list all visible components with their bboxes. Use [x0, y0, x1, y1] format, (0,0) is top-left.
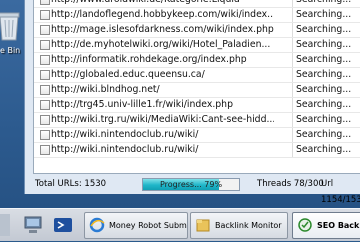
- recycle-bin-icon: [0, 12, 20, 41]
- column-divider: [292, 143, 293, 157]
- row-checkbox[interactable]: [40, 40, 50, 50]
- taskbar-item-label: SEO Backli...: [317, 221, 360, 230]
- folder-icon: [196, 219, 210, 232]
- row-url: http://mage.islesofdarkness.com/wiki/ind…: [51, 24, 274, 35]
- row-checkbox[interactable]: [40, 85, 50, 95]
- column-divider: [292, 98, 293, 112]
- row-status: Searching...: [296, 99, 352, 110]
- computer-icon: [24, 216, 42, 233]
- internet-explorer-icon: [89, 217, 105, 233]
- column-divider: [292, 8, 293, 22]
- taskbar: Money Robot Submitt... Backlink Monitor …: [0, 208, 360, 241]
- start-orb-icon: [0, 214, 10, 236]
- row-url: http://wiki.trg.ru/wiki/MediaWiki:Cant-s…: [51, 114, 274, 125]
- row-status: Searching...: [296, 39, 352, 50]
- column-divider: [292, 68, 293, 82]
- row-checkbox[interactable]: [40, 10, 50, 20]
- row-url: http://wiki.nintendoclub.ru/wiki/: [51, 144, 199, 155]
- progress-bar: Progress... 79%: [142, 178, 240, 191]
- url-row[interactable]: http://wiki.blndhog.net/Searching...: [34, 83, 360, 98]
- recycle-bin-shortcut[interactable]: e Bin: [0, 10, 24, 60]
- row-url: http://wiki.nintendoclub.ru/wiki/: [51, 129, 199, 140]
- row-checkbox[interactable]: [40, 55, 50, 65]
- row-checkbox[interactable]: [40, 145, 50, 155]
- column-divider: [292, 53, 293, 67]
- taskbar-item-money-robot[interactable]: Money Robot Submitt...: [84, 212, 188, 239]
- quicklaunch-computer[interactable]: [22, 212, 44, 238]
- url-row[interactable]: http://globaled.educ.queensu.ca/Searchin…: [34, 68, 360, 83]
- row-url: http://wiki.blndhog.net/: [51, 84, 160, 95]
- row-status: Searching...: [296, 84, 352, 95]
- row-url: http://informatik.rohdekage.org/index.ph…: [51, 54, 247, 65]
- column-divider: [292, 38, 293, 52]
- url-row[interactable]: http://wiki.trg.ru/wiki/MediaWiki:Cant-s…: [34, 113, 360, 128]
- column-divider: [292, 83, 293, 97]
- row-checkbox[interactable]: [40, 0, 50, 5]
- url-row[interactable]: http://wiki.nintendoclub.ru/wiki/Searchi…: [34, 128, 360, 143]
- total-urls-label: Total URLs: 1530: [35, 179, 107, 189]
- powershell-icon: [54, 218, 72, 232]
- row-checkbox[interactable]: [40, 70, 50, 80]
- url-row[interactable]: http://mage.islesofdarkness.com/wiki/ind…: [34, 23, 360, 38]
- seo-app-icon: [298, 218, 312, 232]
- row-status: Searching...: [296, 54, 352, 65]
- row-status: Searching...: [296, 69, 352, 80]
- url-row[interactable]: http://www.droidwiki.de/Kategorie:Liquid…: [34, 0, 360, 8]
- row-url: http://landoflegend.hobbykeep.com/wiki/i…: [51, 9, 274, 20]
- row-checkbox[interactable]: [40, 25, 50, 35]
- recycle-bin-label: e Bin: [0, 46, 21, 55]
- row-url: http://globaled.educ.queensu.ca/: [51, 69, 205, 80]
- column-divider: [292, 23, 293, 37]
- row-url: http://www.droidwiki.de/Kategorie:Liquid: [51, 0, 274, 7]
- url-row[interactable]: http://informatik.rohdekage.org/index.ph…: [34, 53, 360, 68]
- row-status: Searching...: [296, 144, 352, 155]
- row-status: Searching...: [296, 114, 352, 125]
- url-list[interactable]: http://www.droidwiki.de/Kategorie:Liquid…: [33, 0, 360, 174]
- row-status: Searching...: [296, 9, 352, 20]
- row-status: Searching...: [296, 0, 360, 7]
- row-status: Searching...: [296, 129, 352, 140]
- threads-label: Threads 78/300: [257, 179, 324, 189]
- taskbar-item-backlink-monitor[interactable]: Backlink Monitor: [190, 212, 288, 239]
- seo-backlink-window: http://www.droidwiki.de/Kategorie:Liquid…: [24, 0, 360, 205]
- row-checkbox[interactable]: [40, 115, 50, 125]
- row-checkbox[interactable]: [40, 100, 50, 110]
- url-row[interactable]: http://de.myhotelwiki.org/wiki/Hotel_Pal…: [34, 38, 360, 53]
- row-url: http://de.myhotelwiki.org/wiki/Hotel_Pal…: [51, 39, 271, 50]
- column-divider: [292, 128, 293, 142]
- row-checkbox[interactable]: [40, 130, 50, 140]
- taskbar-item-label: Money Robot Submitt...: [109, 221, 188, 230]
- row-status: Searching...: [296, 24, 352, 35]
- url-row[interactable]: http://landoflegend.hobbykeep.com/wiki/i…: [34, 8, 360, 23]
- quicklaunch-powershell[interactable]: [52, 212, 74, 238]
- column-divider: [292, 0, 293, 7]
- url-row[interactable]: http://trg45.univ-lille1.fr/wiki/index.p…: [34, 98, 360, 113]
- row-url: http://trg45.univ-lille1.fr/wiki/index.p…: [51, 99, 233, 110]
- progress-text: Progress... 79%: [159, 180, 223, 189]
- taskbar-item-seo-backlink[interactable]: SEO Backli...: [292, 212, 360, 239]
- status-bar: Total URLs: 1530 Progress... 79% Threads…: [33, 176, 360, 205]
- start-button[interactable]: [0, 212, 14, 238]
- taskbar-item-label: Backlink Monitor: [215, 221, 282, 230]
- column-divider: [292, 113, 293, 127]
- url-row[interactable]: http://wiki.nintendoclub.ru/wiki/Searchi…: [34, 143, 360, 158]
- url-count-label: Url 1154/1530: [321, 179, 360, 205]
